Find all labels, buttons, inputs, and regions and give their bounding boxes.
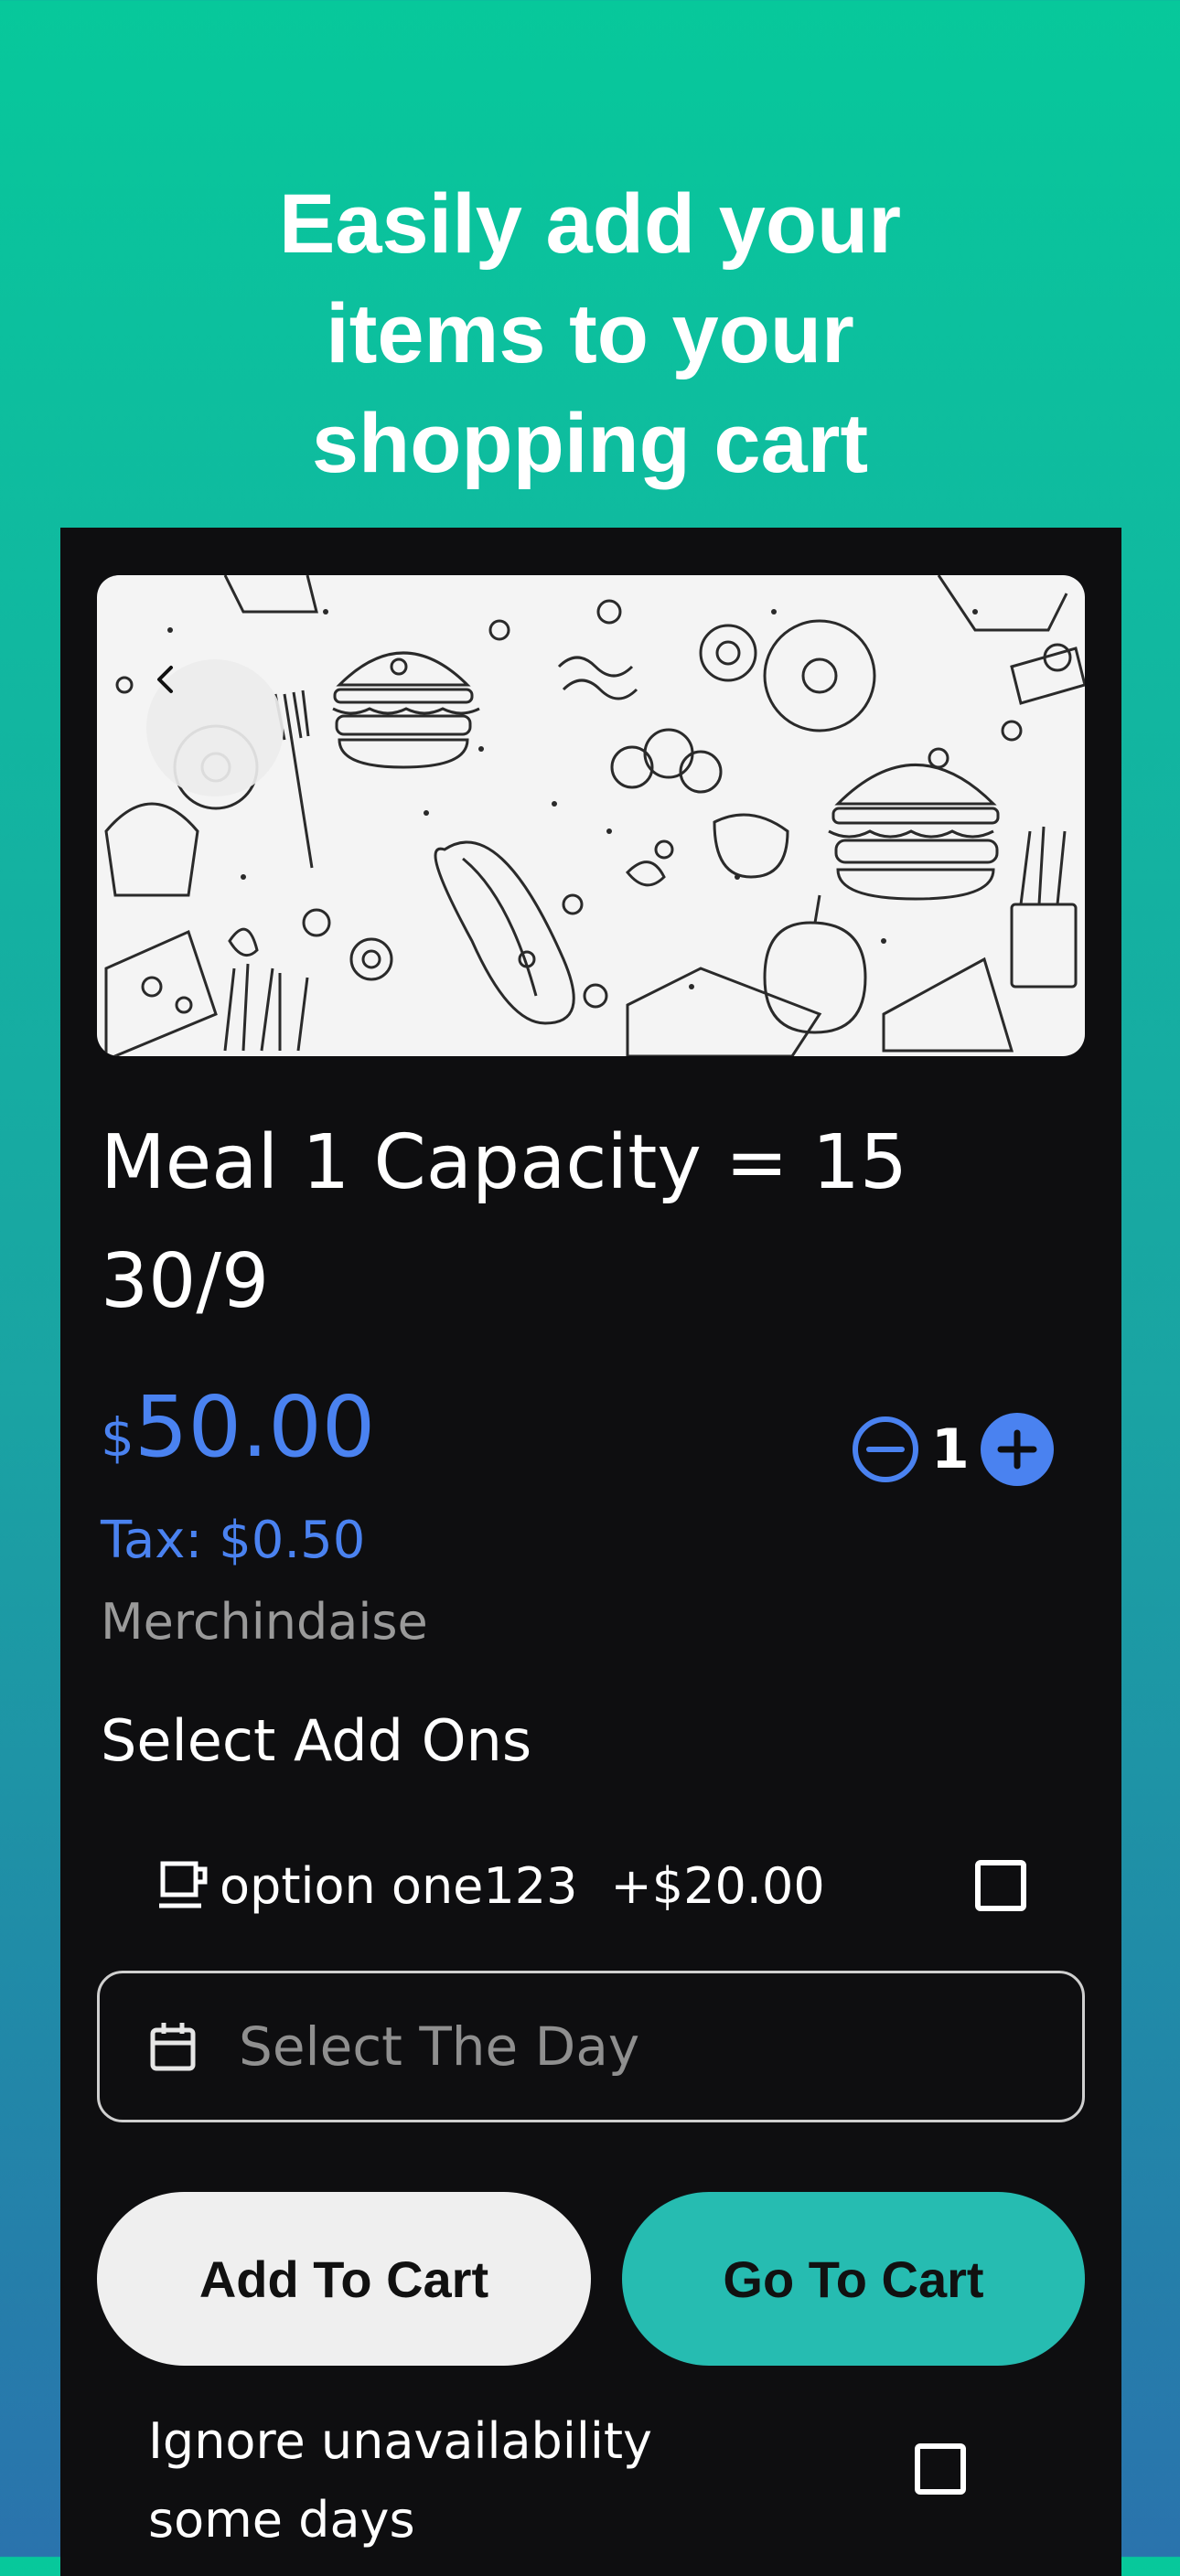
headline-line-2: items to your (326, 287, 854, 380)
food-doodle-illustration (104, 575, 1085, 1056)
headline-line-3: shopping cart (311, 397, 869, 490)
category-text: Merchindaise (101, 1593, 428, 1651)
select-day-placeholder: Select The Day (239, 2015, 640, 2078)
promo-headline: Easily add your items to your shopping c… (0, 169, 1180, 498)
product-title-line-1: Meal 1 Capacity = 15 (101, 1119, 908, 1206)
minus-circle-icon[interactable] (849, 1413, 922, 1486)
select-day-field[interactable]: Select The Day (97, 1971, 1085, 2122)
addons-heading: Select Add Ons (101, 1707, 532, 1774)
phone-screen: Meal 1 Capacity = 15 30/9 $50.00 1 Tax: … (60, 528, 1121, 2576)
addon-option-name: option one123 (220, 1856, 578, 1915)
product-title: Meal 1 Capacity = 15 30/9 (101, 1104, 1089, 1341)
price-currency: $ (101, 1406, 134, 1469)
addon-option[interactable]: option one123 +$20.00 (157, 1844, 1035, 1927)
headline-line-1: Easily add your (278, 177, 902, 271)
add-to-cart-button[interactable]: Add To Cart (97, 2192, 591, 2366)
back-button[interactable] (146, 659, 284, 796)
ignore-unavailability-line-2: some days (148, 2491, 415, 2549)
calendar-icon (150, 2023, 196, 2071)
ignore-unavailability-line-1: Ignore unavailability (148, 2412, 652, 2470)
chevron-left-icon (157, 666, 173, 693)
mug-icon (159, 1861, 208, 1908)
quantity-stepper: 1 (849, 1413, 1056, 1486)
plus-circle-icon[interactable] (979, 1411, 1056, 1488)
addon-option-price: +$20.00 (610, 1856, 825, 1915)
tax-text: Tax: $0.50 (101, 1511, 366, 1570)
addon-option-checkbox[interactable] (975, 1860, 1026, 1911)
product-price: $50.00 (101, 1378, 375, 1476)
product-title-line-2: 30/9 (101, 1238, 270, 1325)
price-amount: 50.00 (134, 1378, 376, 1476)
go-to-cart-button[interactable]: Go To Cart (622, 2192, 1085, 2366)
ignore-unavailability-checkbox[interactable] (915, 2443, 966, 2495)
quantity-value: 1 (931, 1417, 970, 1481)
product-image (97, 575, 1085, 1056)
ignore-unavailability-label: Ignore unavailability some days (148, 2402, 652, 2560)
